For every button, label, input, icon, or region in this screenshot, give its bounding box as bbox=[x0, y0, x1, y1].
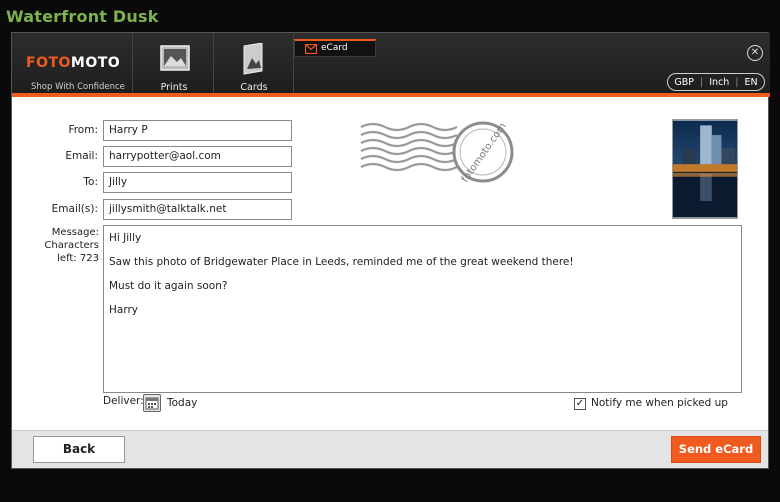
to-label: To: bbox=[83, 176, 98, 188]
postmark-icon: fotomoto.com bbox=[360, 121, 514, 185]
notify-checkbox[interactable]: ✓ bbox=[574, 398, 586, 410]
characters-left-counter: left: 723 bbox=[57, 253, 99, 264]
currency-option[interactable]: GBP bbox=[668, 77, 700, 88]
dialog-footer: Back Send eCard bbox=[12, 430, 768, 468]
notify-label: Notify me when picked up bbox=[591, 397, 728, 409]
fotomoto-logo: FOTOMOTO bbox=[26, 55, 121, 71]
tab-ecard-label: eCard bbox=[321, 43, 348, 53]
tab-cards[interactable]: Cards bbox=[214, 33, 294, 93]
to-field[interactable]: Jilly bbox=[103, 172, 292, 193]
back-button[interactable]: Back bbox=[33, 436, 125, 463]
send-ecard-button[interactable]: Send eCard bbox=[671, 436, 761, 463]
message-line: Hi Jilly bbox=[109, 232, 142, 244]
prints-icon bbox=[160, 45, 190, 71]
locale-selector[interactable]: GBP | Inch | EN bbox=[667, 73, 765, 91]
ecard-dialog: FOTOMOTO Shop With Confidence Prints Car… bbox=[11, 32, 770, 469]
mail-icon bbox=[305, 44, 317, 54]
photo-thumbnail bbox=[672, 119, 738, 219]
dialog-header: FOTOMOTO Shop With Confidence Prints Car… bbox=[12, 33, 770, 97]
cards-icon bbox=[243, 43, 263, 75]
email-field[interactable]: harrypotter@aol.com bbox=[103, 146, 292, 167]
message-line: Harry bbox=[109, 304, 138, 316]
calendar-icon[interactable] bbox=[143, 394, 161, 412]
email-label: Email: bbox=[65, 150, 98, 162]
message-line: Must do it again soon? bbox=[109, 280, 228, 292]
deliver-date: Today bbox=[167, 397, 198, 409]
language-option[interactable]: EN bbox=[738, 77, 763, 88]
from-label: From: bbox=[68, 124, 98, 136]
close-icon[interactable]: ✕ bbox=[747, 45, 763, 61]
message-label: Message: bbox=[51, 227, 99, 238]
recipient-emails-field[interactable]: jillysmith@talktalk.net bbox=[103, 199, 292, 220]
recipient-emails-label: Email(s): bbox=[51, 203, 98, 215]
brand-block: FOTOMOTO Shop With Confidence bbox=[12, 33, 133, 93]
tab-prints[interactable]: Prints bbox=[134, 33, 214, 93]
message-textarea[interactable]: Hi Jilly Saw this photo of Bridgewater P… bbox=[103, 225, 742, 393]
from-field[interactable]: Harry P bbox=[103, 120, 292, 141]
characters-label: Characters bbox=[44, 240, 99, 251]
tab-prints-label: Prints bbox=[160, 82, 188, 93]
deliver-label: Deliver: bbox=[103, 395, 144, 407]
tab-cards-label: Cards bbox=[240, 82, 268, 93]
message-line: Saw this photo of Bridgewater Place in L… bbox=[109, 256, 574, 268]
unit-option[interactable]: Inch bbox=[703, 77, 735, 88]
page-title: Waterfront Dusk bbox=[6, 7, 159, 26]
tagline: Shop With Confidence bbox=[31, 82, 125, 92]
message-labels: Message: Characters left: 723 bbox=[34, 226, 99, 265]
tab-ecard[interactable]: eCard bbox=[294, 39, 376, 57]
